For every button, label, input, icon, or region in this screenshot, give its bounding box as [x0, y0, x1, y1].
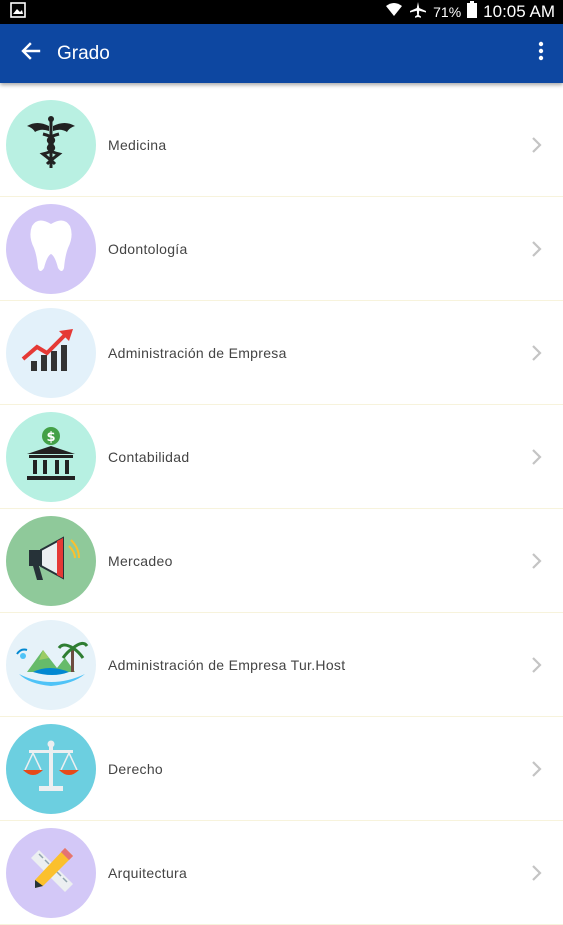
- degree-avatar: [6, 307, 96, 398]
- wifi-icon: [385, 2, 403, 23]
- degree-label: Arquitectura: [108, 864, 188, 881]
- tropical-island-icon: [13, 634, 89, 695]
- list-item[interactable]: Arquitectura: [0, 821, 563, 925]
- list-item[interactable]: Derecho: [0, 717, 563, 821]
- chevron-right-icon: [517, 656, 557, 674]
- tooth-icon: [26, 216, 76, 281]
- list-item[interactable]: $ Contabilidad: [0, 405, 563, 509]
- degree-avatar: [6, 827, 96, 918]
- degree-label: Odontología: [108, 240, 188, 257]
- growth-chart-icon: [19, 325, 83, 380]
- chevron-right-icon: [517, 864, 557, 882]
- megaphone-icon: [19, 530, 83, 591]
- back-button[interactable]: [6, 24, 56, 83]
- image-notification-icon: [10, 1, 26, 23]
- degree-avatar: [6, 203, 96, 294]
- bank-icon: $: [23, 424, 79, 489]
- status-bar: 71% 10:05 AM: [0, 0, 563, 24]
- page-title: Grado: [57, 42, 110, 64]
- list-item[interactable]: Administración de Empresa: [0, 301, 563, 405]
- battery-icon: [467, 1, 478, 23]
- list-item[interactable]: Mercadeo: [0, 509, 563, 613]
- degree-avatar: [6, 619, 96, 710]
- chevron-right-icon: [517, 240, 557, 258]
- degree-avatar: [6, 99, 96, 190]
- degree-label: Administración de Empresa Tur.Host: [108, 656, 346, 673]
- overflow-menu-icon: [538, 41, 544, 66]
- chevron-right-icon: [517, 344, 557, 362]
- list-item[interactable]: Administración de Empresa Tur.Host: [0, 613, 563, 717]
- pencil-ruler-icon: [21, 840, 81, 905]
- degree-label: Contabilidad: [108, 448, 190, 465]
- degree-label: Mercadeo: [108, 552, 173, 569]
- degree-label: Derecho: [108, 760, 164, 777]
- app-bar: Grado: [0, 24, 563, 83]
- degree-avatar: [6, 515, 96, 606]
- scales-of-justice-icon: [19, 738, 83, 799]
- overflow-menu-button[interactable]: [523, 24, 559, 83]
- airplane-icon: [409, 1, 427, 24]
- chevron-right-icon: [517, 760, 557, 778]
- chevron-right-icon: [517, 448, 557, 466]
- list-item[interactable]: Medicina: [0, 93, 563, 197]
- back-arrow-icon: [21, 41, 41, 66]
- degree-avatar: [6, 723, 96, 814]
- battery-percent: 71%: [433, 4, 462, 20]
- caduceus-icon: [21, 112, 81, 177]
- list-item[interactable]: Odontología: [0, 197, 563, 301]
- chevron-right-icon: [517, 552, 557, 570]
- degree-list: Medicina Odontología Administración de E…: [0, 93, 563, 925]
- chevron-right-icon: [517, 136, 557, 154]
- svg-text:$: $: [46, 430, 55, 445]
- clock: 10:05 AM: [483, 2, 555, 21]
- degree-label: Medicina: [108, 136, 167, 153]
- degree-label: Administración de Empresa: [108, 344, 287, 361]
- degree-avatar: $: [6, 411, 96, 502]
